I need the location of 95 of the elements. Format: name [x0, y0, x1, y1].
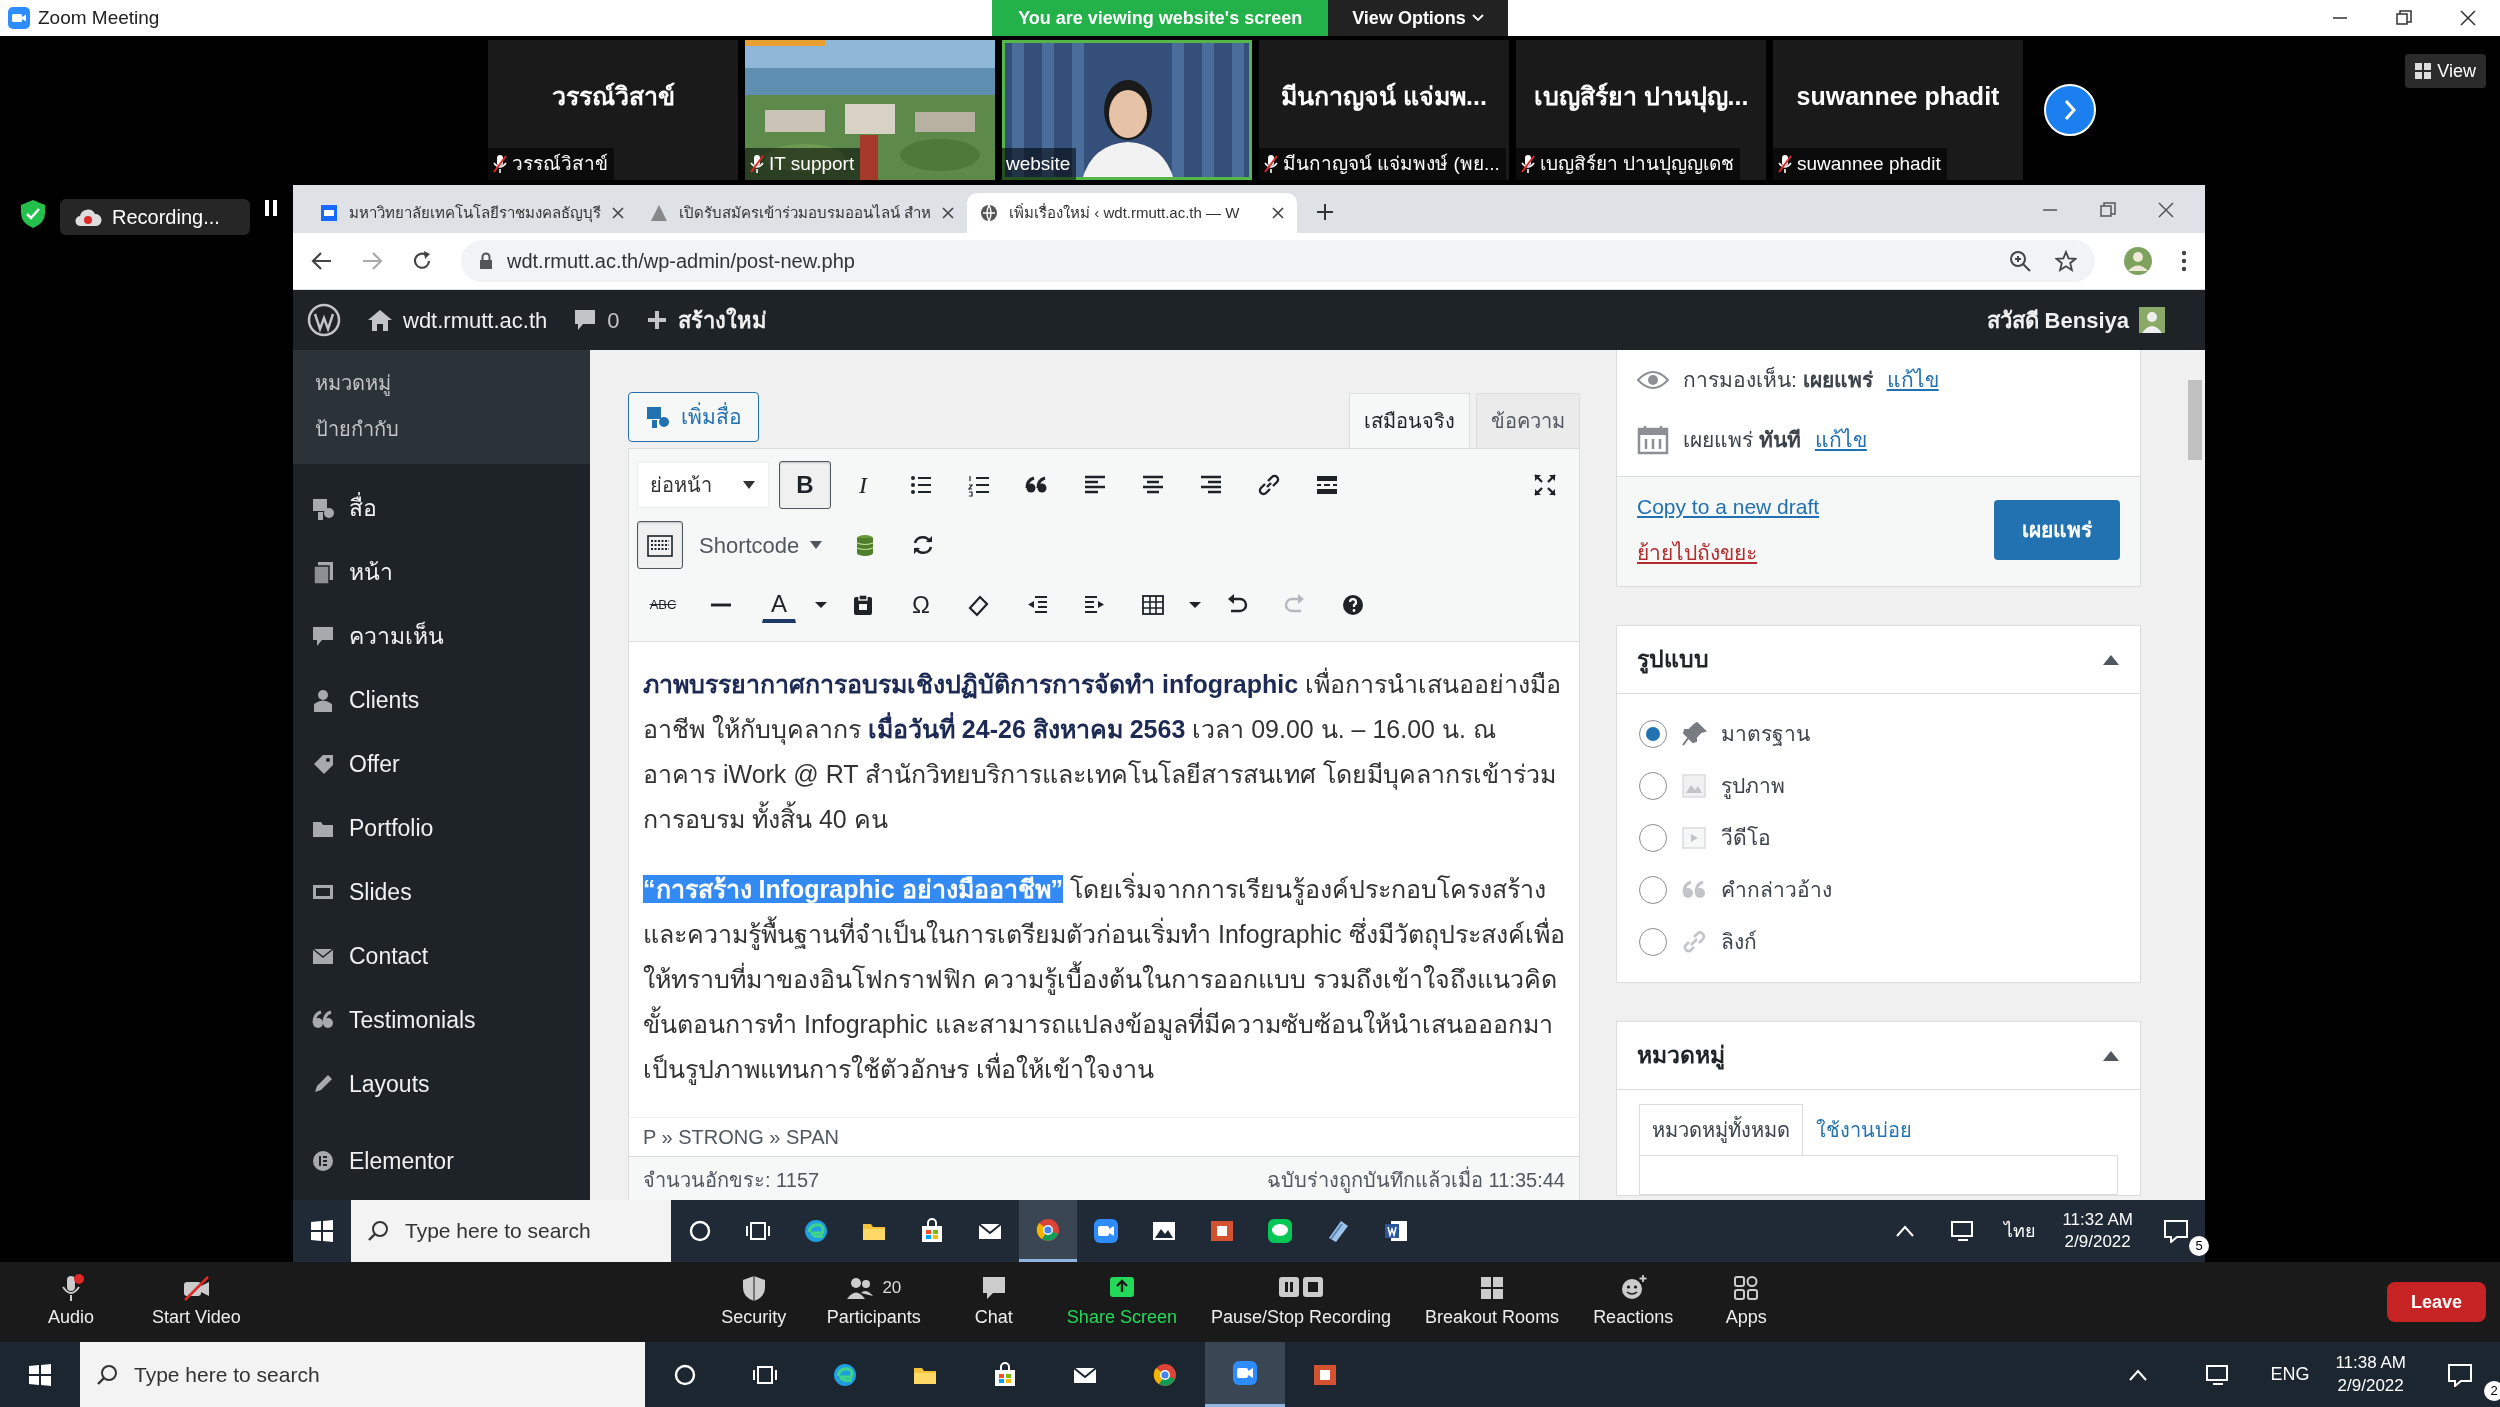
submenu-item[interactable]: ป้ายกำกับ — [293, 406, 590, 452]
toolbar-button[interactable]: Reactions — [1587, 1267, 1680, 1337]
notification-count: 2 — [2484, 1381, 2500, 1401]
participant-name: วรรณ์วิสาข์ — [550, 81, 676, 112]
paragraph: “การสร้าง Infographic อย่างมืออาชีพ” โดยเริ่มจากการเรียนรู้องค์ประกอบโครงสร้าง และความรู้พื้นฐานที่จำเป็นในการเตรียมตัวก่อนเริ่มทำ Infographic ซึ่งมีวัตถุประสงค์เพื่อให้ทราบที่มาของอินโฟกราฟฟิก ความรู้เบื้องต้นในการออกแบบ รวมถึงเข้าใจถึงแนวคิดขั้นตอนการทำ Infographic และสามารถแปลงข้อมูลที่มีความซับซ้อนให้นำเสนอออกมาเป็นรูปภาพแทนการใช้ตัวอักษร เพื่อให้เข้าใจงาน — [643, 867, 1565, 1092]
box-title: หมวดหมู่ — [1637, 1041, 1725, 1072]
toolbar-button[interactable]: I — [837, 461, 889, 509]
toolbar-button[interactable]: Share Screen — [1060, 1267, 1183, 1337]
word-count: จำนวนอักขระ: 1157 — [643, 1168, 820, 1193]
search-placeholder: Type here to search — [134, 1361, 320, 1388]
tab-title: มหาวิทยาลัยเทคโนโลยีราชมงคลธัญบุรี — [349, 202, 601, 225]
copy-draft-link[interactable]: Copy to a new draft — [1637, 491, 1820, 523]
toolbar-button[interactable]: Start Video — [146, 1267, 247, 1337]
paragraph: ภาพบรรยากาศการอบรมเชิงปฏิบัติการการจัดทำ infographic เพื่อการนำเสนออย่างมืออาชีพ ให้กับบุคลากร เมื่อวันที่ 24-26 สิงหาคม 2563 เวลา 09.00 น. – 16.00 น. ณ อาคาร iWork @ RT สำนักวิทยบริการและเทคโนโลยีสารสนเทศ โดยมีบุคลากรเข้าร่วมการอบรม ทั้งสิ้น 40 คน — [643, 662, 1565, 842]
menu-item[interactable]: Clients — [349, 682, 420, 718]
language-indicator[interactable]: ไทย — [1992, 1217, 2049, 1245]
editor-tab[interactable]: ข้อความ — [1476, 393, 1580, 448]
toolbar-button[interactable]: Pause/Stop Recording — [1204, 1267, 1398, 1337]
site-name-link[interactable]: wdt.rmutt.ac.th — [367, 303, 548, 337]
participant-name: เบญสิร์ยา ปานปุญ... — [1516, 78, 1766, 116]
toolbar-button[interactable]: Ω — [895, 581, 947, 629]
clock-time: 11:38 AM — [2335, 1352, 2406, 1375]
select-value: ย่อหน้า — [650, 473, 712, 498]
toolbar-button[interactable]: Apps — [1701, 1267, 1792, 1337]
radio-label: ลิงก์ — [1721, 929, 1757, 956]
toolbar-button[interactable]: Breakout Rooms — [1419, 1267, 1566, 1337]
edit-link[interactable]: แก้ไข — [1886, 364, 1939, 396]
search-field[interactable]: Type here to search — [351, 1200, 671, 1262]
format-select[interactable]: ย่อหน้า — [637, 462, 769, 508]
toolbar-button[interactable]: B — [779, 461, 831, 509]
editor-tab[interactable]: เสมือนจริง — [1349, 393, 1470, 448]
participant-label: IT support — [769, 151, 855, 176]
menu-item[interactable]: Slides — [349, 874, 412, 910]
url-text: wdt.rmutt.ac.th/wp-admin/post-new.php — [507, 249, 855, 274]
clock-time: 11:32 AM — [2062, 1208, 2133, 1231]
search-placeholder: Type here to search — [405, 1218, 591, 1245]
trash-link[interactable]: ย้ายไปถังขยะ — [1637, 536, 1820, 568]
participant-label: เบญสิร์ยา ปานปุญญเดช — [1540, 151, 1735, 177]
radio-label: รูปภาพ — [1721, 773, 1785, 801]
visibility-text: การมองเห็น: เผยแพร่ — [1683, 365, 1873, 394]
category-tab[interactable]: หมวดหมู่ทั้งหมด — [1639, 1104, 1803, 1155]
notification-count: 5 — [2189, 1236, 2209, 1256]
toolbar-button[interactable]: 20 Participants — [820, 1267, 927, 1337]
add-media-button[interactable]: เพิ่มสื่อ — [628, 392, 759, 442]
search-field[interactable]: Type here to search — [80, 1342, 645, 1407]
tab-title: เปิดรับสมัครเข้าร่วมอบรมออนไลน์ สำห — [679, 202, 932, 223]
window-title: Zoom Meeting — [38, 5, 160, 30]
edit-link[interactable]: แก้ไข — [1814, 424, 1867, 456]
radio-label: คำกล่าวอ้าง — [1721, 877, 1832, 904]
clock-date: 2/9/2022 — [2063, 1231, 2132, 1253]
view-options-button[interactable]: View Options — [1328, 0, 1508, 36]
leave-button[interactable]: Leave — [2386, 1282, 2486, 1322]
radio-label: วีดีโอ — [1721, 825, 1771, 852]
box-title: รูปแบบ — [1637, 645, 1709, 676]
menu-item[interactable]: สื่อ — [349, 490, 377, 526]
browser-tab[interactable]: เปิดรับสมัครเข้าร่วมอบรมออนไลน์ สำห — [637, 193, 968, 233]
toolbar-button[interactable]: Security — [708, 1267, 799, 1337]
participant-label: วรรณ์วิสาข์ — [512, 151, 608, 176]
participant-label: suwannee phadit — [1797, 151, 1941, 176]
menu-item[interactable]: หน้า — [349, 554, 393, 590]
participant-name: suwannee phadit — [1795, 81, 2001, 112]
menu-item[interactable]: Layouts — [349, 1066, 430, 1102]
participant-label: มีนกาญจน์ แจ่มพงษ์ (พย... — [1283, 151, 1500, 176]
publish-button[interactable]: เผยแพร่ — [1994, 499, 2120, 560]
address-bar[interactable]: wdt.rmutt.ac.th/wp-admin/post-new.php — [461, 240, 2095, 282]
comments-link[interactable]: 0 — [573, 303, 620, 337]
menu-item[interactable]: Contact — [349, 938, 429, 974]
menu-item[interactable]: Elementor — [349, 1143, 454, 1179]
menu-item[interactable]: Testimonials — [349, 1002, 476, 1038]
browser-tab[interactable]: เพิ่มเรื่องใหม่ ‹ wdt.rmutt.ac.th — W — [967, 193, 1298, 233]
participant-label: website — [1006, 151, 1071, 176]
clock-date: 2/9/2022 — [2336, 1374, 2405, 1397]
toolbar-button[interactable]: ABC — [637, 581, 689, 629]
new-content-link[interactable]: สร้างใหม่ — [645, 303, 767, 337]
autosave-status: ฉบับร่างถูกบันทึกแล้วเมื่อ 11:35:44 — [1267, 1165, 1565, 1195]
language-indicator[interactable]: ENG — [2258, 1361, 2322, 1388]
participant-name: มีนกาญจน์ แจ่มพ... — [1280, 81, 1488, 113]
toolbar-button[interactable]: A — [762, 587, 796, 623]
shortcode-dropdown[interactable]: Shortcode — [689, 522, 834, 568]
toolbar-button[interactable]: Audio — [26, 1267, 116, 1337]
participant-count: 20 — [882, 1276, 902, 1299]
toolbar-button[interactable]: Chat — [948, 1267, 1039, 1337]
schedule-text: เผยแพร่ ทันที — [1683, 427, 1801, 454]
account-link[interactable]: สวัสดี Bensiya — [1986, 303, 2165, 337]
tab-title: เพิ่มเรื่องใหม่ ‹ wdt.rmutt.ac.th — W — [1009, 202, 1241, 223]
view-button[interactable]: View — [2405, 54, 2486, 88]
menu-item[interactable]: Portfolio — [349, 810, 434, 846]
recording-label: Recording... — [112, 205, 220, 230]
submenu-item[interactable]: หมวดหมู่ — [293, 360, 590, 406]
screen-share-banner: You are viewing website's screen — [992, 0, 1329, 36]
category-tab[interactable]: ใช้งานบ่อย — [1803, 1104, 1925, 1155]
browser-tab[interactable]: มหาวิทยาลัยเทคโนโลยีราชมงคลธัญบุรี — [307, 193, 637, 233]
radio-label: มาตรฐาน — [1721, 721, 1810, 748]
menu-item[interactable]: Offer — [349, 746, 400, 782]
menu-item[interactable]: ความเห็น — [349, 618, 444, 654]
